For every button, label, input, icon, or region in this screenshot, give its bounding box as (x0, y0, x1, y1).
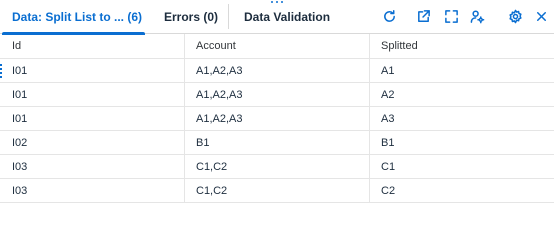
table-row[interactable]: I01 A1,A2,A3 A1 (0, 59, 554, 83)
column-header-account[interactable]: Account (185, 34, 370, 58)
column-header-id[interactable]: Id (0, 34, 185, 58)
table-row[interactable]: I03 C1,C2 C1 (0, 155, 554, 179)
table-cell-id: I03 (0, 179, 185, 202)
table-cell-splitted: C1 (381, 160, 396, 173)
panel-toolbar (378, 5, 554, 27)
table-row[interactable]: I03 C1,C2 C2 (0, 179, 554, 203)
table-cell-splitted: B1 (381, 136, 395, 149)
table-cell-account: C1,C2 (185, 155, 370, 178)
tab-data-validation-label: Data Validation (244, 10, 331, 24)
tab-data-label: Data: Split List to ... (6) (12, 10, 143, 24)
column-header-splitted[interactable]: Splitted (370, 34, 554, 58)
user-settings-icon[interactable] (466, 5, 488, 27)
table-row[interactable]: I01 A1,A2,A3 A2 (0, 83, 554, 107)
table-row[interactable]: I02 B1 B1 (0, 131, 554, 155)
table-cell-account: C1,C2 (185, 179, 370, 202)
tab-errors[interactable]: Errors (0) (147, 0, 228, 34)
table-cell-id: I02 (0, 131, 185, 154)
table-cell-splitted: A1 (381, 64, 395, 77)
settings-icon[interactable] (504, 5, 526, 27)
row-drag-handle[interactable] (0, 64, 2, 78)
table-cell-id: I01 (0, 107, 185, 130)
table-cell-splitted: C2 (381, 184, 396, 197)
table-cell-account: A1,A2,A3 (185, 83, 370, 106)
tab-data-validation[interactable]: Data Validation (229, 0, 330, 34)
export-icon[interactable] (412, 5, 434, 27)
close-icon[interactable] (530, 5, 552, 27)
table-cell-splitted: A3 (381, 112, 395, 125)
table-cell-account: A1,A2,A3 (185, 107, 370, 130)
table-cell-account: A1,A2,A3 (185, 59, 370, 82)
table-cell-id: I01 (0, 59, 185, 82)
data-table: Id Account Splitted I01 A1,A2,A3 A1 I01 … (0, 34, 554, 203)
table-cell-account: B1 (185, 131, 370, 154)
table-cell-splitted: A2 (381, 88, 395, 101)
table-header-row: Id Account Splitted (0, 34, 554, 59)
tab-data[interactable]: Data: Split List to ... (6) (0, 0, 147, 35)
tab-errors-label: Errors (0) (164, 10, 219, 24)
expand-icon[interactable] (440, 5, 462, 27)
table-row[interactable]: I01 A1,A2,A3 A3 (0, 107, 554, 131)
table-cell-id: I03 (0, 155, 185, 178)
table-cell-id: I01 (0, 83, 185, 106)
refresh-icon[interactable] (378, 5, 400, 27)
